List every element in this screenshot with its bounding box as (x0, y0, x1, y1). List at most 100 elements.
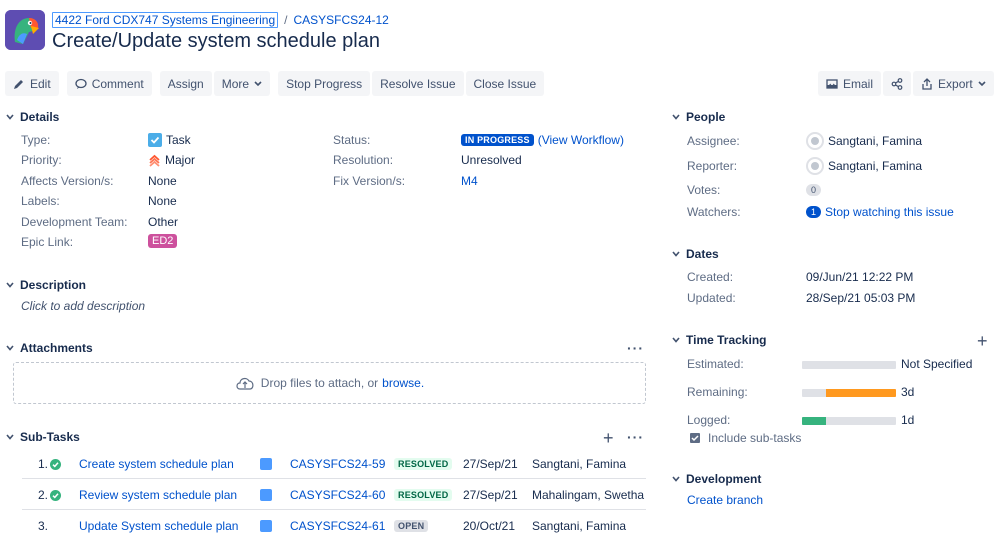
chevron-down-icon (6, 345, 14, 351)
votes-count-badge[interactable]: 0 (806, 184, 822, 196)
close-issue-button[interactable]: Close Issue (465, 71, 545, 96)
subtasks-section-toggle[interactable]: Sub-Tasks (6, 430, 80, 444)
edit-button-label: Edit (30, 76, 51, 91)
add-subtask-icon[interactable]: + (603, 429, 614, 447)
chevron-down-icon (978, 80, 986, 86)
subtask-date: 27/Sep/21 (463, 488, 518, 502)
breadcrumb: 4422 Ford CDX747 Systems Engineering / C… (52, 12, 389, 28)
people-heading: People (686, 110, 726, 124)
priority-major-icon (149, 154, 160, 167)
project-avatar[interactable] (5, 10, 45, 50)
issue-toolbar: Edit Comment Assign More Stop Progress R… (5, 71, 545, 96)
details-section-toggle[interactable]: Details (6, 110, 59, 124)
description-section-toggle[interactable]: Description (6, 278, 86, 292)
attachments-section-toggle[interactable]: Attachments (6, 341, 93, 355)
chevron-down-icon (6, 434, 14, 440)
breadcrumb-issue-link[interactable]: CASYSFCS24-12 (293, 13, 388, 27)
subtask-row[interactable]: 3. Update System schedule plan CASYSFCS2… (22, 511, 646, 533)
assignee-field[interactable]: Sangtani, Famina (806, 132, 922, 150)
subtask-type-icon (260, 458, 272, 470)
subtask-assignee: Mahalingam, Swetha (532, 488, 645, 502)
priority-field[interactable]: Major (148, 153, 195, 167)
more-button-label: More (221, 76, 250, 91)
epic-link-label: Epic Link: (21, 235, 74, 249)
comment-button-label: Comment (91, 76, 144, 91)
subtasks-more-icon[interactable]: ··· (627, 429, 644, 445)
avatar (806, 157, 824, 175)
type-label: Type: (21, 133, 51, 147)
fix-version-link[interactable]: M4 (461, 174, 478, 188)
development-team-label: Development Team: (21, 215, 128, 229)
reporter-field[interactable]: Sangtani, Famina (806, 157, 922, 175)
subtask-number: 2. (38, 488, 49, 502)
priority-value: Major (165, 153, 196, 167)
details-heading: Details (20, 110, 60, 124)
votes-label: Votes: (687, 183, 721, 197)
subtask-summary-link[interactable]: Create system schedule plan (79, 457, 234, 471)
affects-version-value[interactable]: None (148, 174, 177, 188)
epic-link-badge[interactable]: ED2 (148, 234, 178, 248)
time-tracking-section-toggle[interactable]: Time Tracking (672, 333, 766, 347)
check-circle-icon (50, 458, 62, 470)
export-icon (922, 77, 932, 90)
chevron-down-icon (6, 282, 14, 288)
labels-value[interactable]: None (148, 194, 177, 208)
page-title[interactable]: Create/Update system schedule plan (52, 30, 380, 53)
subtask-key-link[interactable]: CASYSFCS24-60 (290, 488, 385, 502)
more-button[interactable]: More (213, 71, 271, 96)
stop-progress-button[interactable]: Stop Progress (278, 71, 371, 96)
type-value: Task (166, 133, 191, 147)
view-workflow-link[interactable]: (View Workflow) (538, 133, 624, 147)
development-team-value[interactable]: Other (148, 215, 178, 229)
resolution-label: Resolution: (333, 153, 394, 167)
email-button[interactable]: Email (818, 71, 882, 96)
browse-link[interactable]: browse. (382, 376, 424, 390)
chevron-down-icon (672, 251, 680, 257)
subtask-row[interactable]: 1. Create system schedule plan CASYSFCS2… (22, 450, 646, 479)
resolve-issue-button[interactable]: Resolve Issue (372, 71, 464, 96)
dates-section-toggle[interactable]: Dates (672, 247, 719, 261)
stop-watching-link[interactable]: Stop watching this issue (825, 205, 954, 219)
checkbox-checked-icon[interactable] (690, 433, 700, 443)
subtask-summary-link[interactable]: Review system schedule plan (79, 488, 237, 502)
attachments-more-icon[interactable]: ··· (627, 340, 644, 356)
avatar (806, 132, 824, 150)
type-field[interactable]: Task (148, 133, 191, 147)
subtask-key-link[interactable]: CASYSFCS24-59 (290, 457, 385, 471)
development-heading: Development (686, 472, 762, 486)
comment-button[interactable]: Comment (66, 71, 152, 96)
task-type-icon (148, 133, 162, 147)
breadcrumb-project-link[interactable]: 4422 Ford CDX747 Systems Engineering (52, 12, 279, 28)
development-section-toggle[interactable]: Development (672, 472, 761, 486)
subtask-date: 20/Oct/21 (463, 518, 516, 533)
reporter-value: Sangtani, Famina (828, 159, 923, 173)
logged-bar-fill (802, 417, 826, 425)
create-branch-link[interactable]: Create branch (687, 493, 763, 507)
updated-label: Updated: (687, 291, 736, 305)
priority-label: Priority: (21, 153, 62, 167)
email-icon (826, 78, 838, 89)
resolution-value: Unresolved (461, 153, 522, 167)
subtask-status-badge: RESOLVED (394, 458, 453, 470)
watchers-count-badge[interactable]: 1 (806, 206, 822, 218)
description-placeholder[interactable]: Click to add description (21, 299, 145, 313)
subtask-key-link[interactable]: CASYSFCS24-61 (290, 519, 385, 533)
breadcrumb-separator: / (284, 13, 288, 27)
assign-button[interactable]: Assign (159, 71, 212, 96)
attachment-dropzone[interactable]: Drop files to attach, or browse. (13, 362, 646, 404)
subtask-row[interactable]: 2. Review system schedule plan CASYSFCS2… (22, 481, 646, 510)
assignee-label: Assignee: (687, 134, 740, 148)
watchers-label: Watchers: (687, 205, 741, 219)
include-subtasks-toggle[interactable]: Include sub-tasks (690, 431, 801, 445)
share-button[interactable] (883, 71, 912, 96)
time-tracking-heading: Time Tracking (686, 333, 767, 347)
cloud-upload-icon (236, 377, 254, 390)
export-button[interactable]: Export (913, 71, 994, 96)
edit-button[interactable]: Edit (5, 71, 59, 96)
chevron-down-icon (6, 114, 14, 120)
people-section-toggle[interactable]: People (672, 110, 725, 124)
estimated-label: Estimated: (687, 357, 744, 371)
subtask-summary-link[interactable]: Update System schedule plan (79, 519, 238, 533)
subtask-date: 27/Sep/21 (463, 457, 518, 471)
log-work-add-icon[interactable]: + (977, 332, 988, 350)
